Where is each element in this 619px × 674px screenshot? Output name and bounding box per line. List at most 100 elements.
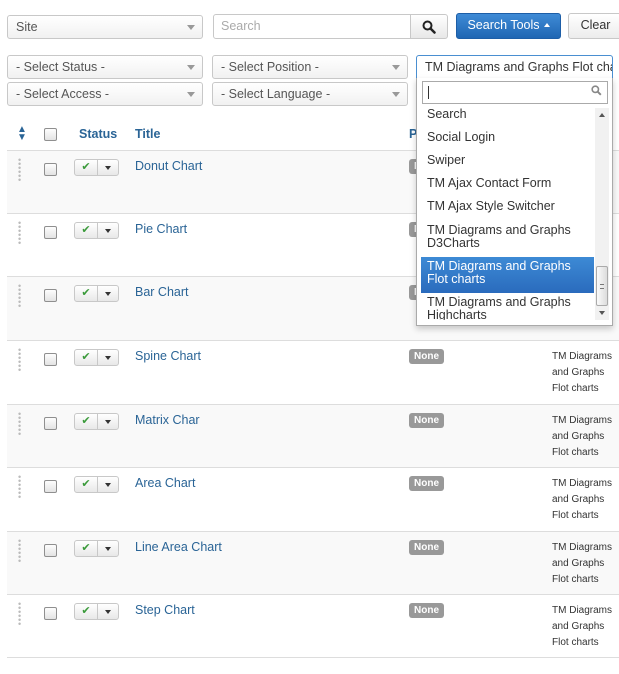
table-row: • • • • • • ✔ Area Chart None TM Diagrams and …: [7, 468, 619, 532]
position-badge: None: [409, 603, 444, 618]
clear-button[interactable]: Clear: [568, 13, 619, 39]
dropdown-option[interactable]: Social Login: [421, 129, 594, 152]
chevron-down-icon: [105, 420, 111, 424]
scroll-up-icon[interactable]: [599, 113, 605, 117]
status-toggle-group: ✔: [74, 540, 120, 557]
search-icon: [422, 20, 436, 34]
row-checkbox[interactable]: [44, 607, 57, 620]
chevron-down-icon: [105, 356, 111, 360]
status-toggle-button[interactable]: ✔: [74, 159, 98, 176]
drag-handle-icon[interactable]: • • • • • •: [18, 346, 23, 375]
dropdown-option[interactable]: TM Diagrams and Graphs Flot charts: [421, 257, 594, 293]
module-title-link[interactable]: Step Chart: [135, 603, 195, 617]
clear-label: Clear: [580, 18, 611, 32]
language-filter-value: - Select Language -: [221, 87, 331, 101]
check-icon: ✔: [81, 161, 91, 173]
status-toggle-button[interactable]: ✔: [74, 540, 98, 557]
dropdown-option[interactable]: TM Ajax Contact Form: [421, 175, 594, 198]
row-checkbox[interactable]: [44, 353, 57, 366]
dropdown-option[interactable]: TM Diagrams and Graphs Highcharts: [421, 293, 594, 321]
search-placeholder: Search: [221, 19, 261, 33]
drag-handle-icon[interactable]: • • • • • •: [18, 537, 23, 566]
row-checkbox[interactable]: [44, 417, 57, 430]
row-checkbox[interactable]: [44, 163, 57, 176]
status-dropdown-button[interactable]: [97, 603, 119, 620]
status-toggle-button[interactable]: ✔: [74, 476, 98, 493]
status-dropdown-button[interactable]: [97, 285, 119, 302]
drag-handle-icon[interactable]: • • • • • •: [18, 410, 23, 439]
type-filter-value: TM Diagrams and Graphs Flot charts: [425, 60, 613, 74]
status-dropdown-button[interactable]: [97, 476, 119, 493]
search-button[interactable]: [410, 14, 448, 39]
dropdown-options: Search Social Login Swiper TM Ajax Contact …: [421, 106, 594, 320]
module-title-link[interactable]: Matrix Char: [135, 413, 200, 427]
status-toggle-group: ✔: [74, 413, 120, 430]
status-dropdown-button[interactable]: [97, 349, 119, 366]
select-all-checkbox[interactable]: [44, 128, 57, 141]
dropdown-option[interactable]: Swiper: [421, 152, 594, 175]
table-row: • • • • • • ✔ Step Chart None TM Diagrams and …: [7, 595, 619, 658]
language-filter-select[interactable]: - Select Language -: [212, 82, 408, 106]
status-toggle-group: ✔: [74, 222, 120, 239]
chevron-down-icon: [105, 166, 111, 170]
check-icon: ✔: [81, 542, 91, 554]
dropdown-option[interactable]: TM Diagrams and Graphs D3Charts: [421, 221, 594, 257]
dropdown-option[interactable]: Search: [421, 106, 594, 129]
check-icon: ✔: [81, 351, 91, 363]
status-column-header[interactable]: Status: [79, 127, 117, 141]
status-toggle-button[interactable]: ✔: [74, 413, 98, 430]
access-filter-select[interactable]: - Select Access -: [7, 82, 203, 106]
dropdown-option[interactable]: TM Ajax Style Switcher: [421, 198, 594, 221]
drag-handle-icon[interactable]: • • • • • •: [18, 282, 23, 311]
position-badge: None: [409, 540, 444, 555]
row-checkbox[interactable]: [44, 544, 57, 557]
row-checkbox[interactable]: [44, 480, 57, 493]
drag-handle-icon[interactable]: • • • • • •: [18, 600, 23, 629]
status-toggle-group: ✔: [74, 159, 120, 176]
status-toggle-button[interactable]: ✔: [74, 222, 98, 239]
status-dropdown-button[interactable]: [97, 540, 119, 557]
dropdown-search-input[interactable]: [422, 81, 608, 104]
status-toggle-button[interactable]: ✔: [74, 603, 98, 620]
status-filter-select[interactable]: - Select Status -: [7, 55, 203, 79]
drag-handle-icon[interactable]: • • • • • •: [18, 473, 23, 502]
chevron-down-icon: [187, 65, 195, 70]
title-column-header[interactable]: Title: [135, 127, 160, 141]
type-filter-select[interactable]: TM Diagrams and Graphs Flot charts: [416, 55, 613, 79]
module-title-link[interactable]: Spine Chart: [135, 349, 201, 363]
position-badge: None: [409, 413, 444, 428]
row-checkbox[interactable]: [44, 289, 57, 302]
module-title-link[interactable]: Pie Chart: [135, 222, 187, 236]
status-toggle-group: ✔: [74, 285, 120, 302]
status-toggle-group: ✔: [74, 349, 120, 366]
module-title-link[interactable]: Donut Chart: [135, 159, 202, 173]
scrollbar-thumb[interactable]: [596, 266, 608, 306]
status-toggle-group: ✔: [74, 603, 120, 620]
grip-icon: [600, 284, 604, 289]
status-dropdown-button[interactable]: [97, 222, 119, 239]
status-toggle-group: ✔: [74, 476, 120, 493]
search-input[interactable]: Search: [213, 14, 411, 39]
status-toggle-button[interactable]: ✔: [74, 349, 98, 366]
status-toggle-button[interactable]: ✔: [74, 285, 98, 302]
chevron-down-icon: [187, 25, 195, 30]
drag-handle-icon[interactable]: • • • • • •: [18, 156, 23, 185]
module-type-text: TM Diagrams and Graphs Flot charts: [552, 605, 613, 648]
status-dropdown-button[interactable]: [97, 159, 119, 176]
row-checkbox[interactable]: [44, 226, 57, 239]
position-filter-select[interactable]: - Select Position -: [212, 55, 408, 79]
chevron-down-icon: [392, 65, 400, 70]
chevron-down-icon: [105, 610, 111, 614]
scroll-down-icon[interactable]: [599, 311, 605, 315]
module-title-link[interactable]: Bar Chart: [135, 285, 189, 299]
status-dropdown-button[interactable]: [97, 413, 119, 430]
sort-icon[interactable]: ▲ ▼: [17, 125, 27, 143]
dropdown-scrollbar[interactable]: [595, 108, 609, 320]
chevron-down-icon: [392, 92, 400, 97]
search-tools-button[interactable]: Search Tools: [456, 13, 561, 39]
site-select[interactable]: Site: [7, 15, 203, 39]
drag-handle-icon[interactable]: • • • • • •: [18, 219, 23, 248]
module-title-link[interactable]: Line Area Chart: [135, 540, 222, 554]
module-title-link[interactable]: Area Chart: [135, 476, 195, 490]
check-icon: ✔: [81, 415, 91, 427]
